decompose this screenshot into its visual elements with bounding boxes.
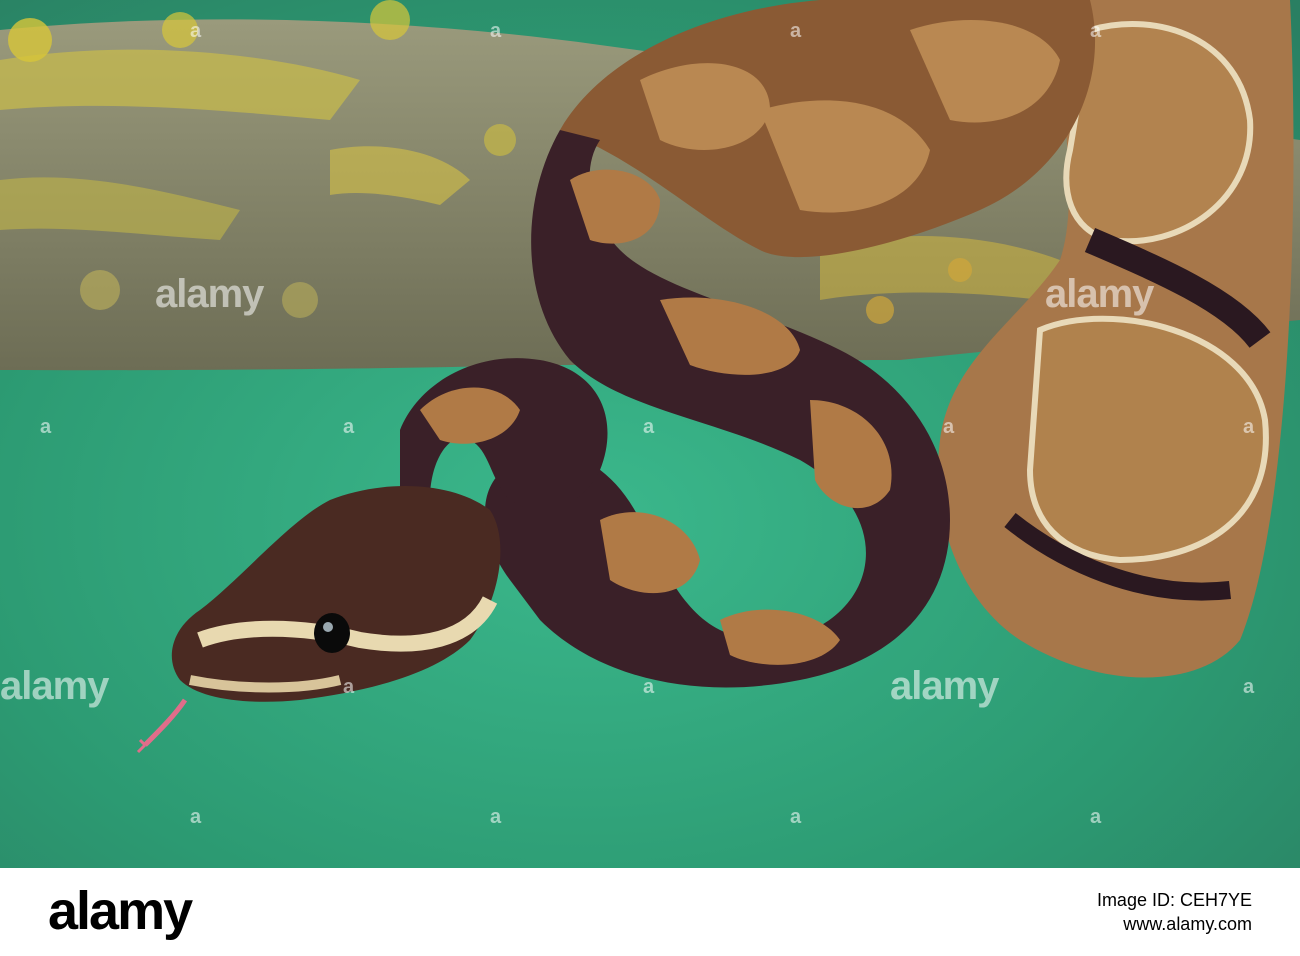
snake-photo [0,0,1300,868]
photo: alamy alamy alamy alamy a a a a a a a a … [0,0,1300,868]
image-id: Image ID: CEH7YE [1096,890,1252,910]
site-url: www.alamy.com [1123,914,1252,934]
stock-footer: alamy Image ID: CEH7YE www.alamy.com [0,868,1300,956]
alamy-logo: alamy [48,881,193,941]
